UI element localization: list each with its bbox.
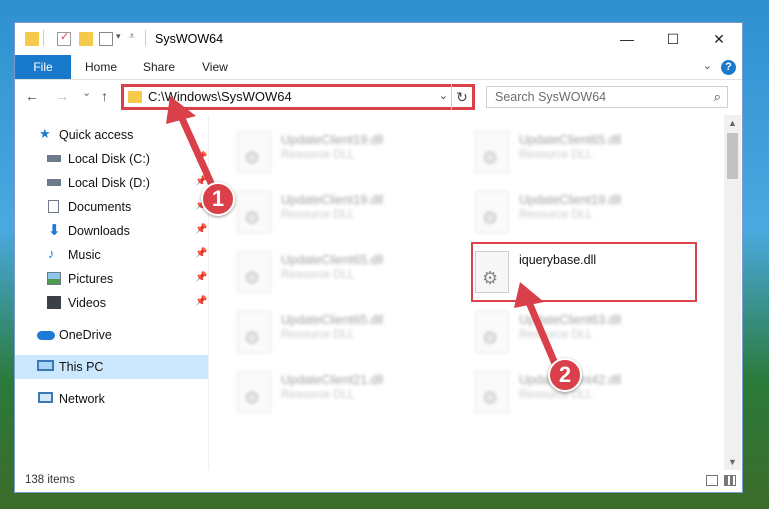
step-2-badge: 2	[548, 358, 582, 392]
arrow-1-head	[166, 96, 196, 124]
annotation-arrows	[166, 96, 560, 370]
arrow-2-shaft	[524, 296, 560, 370]
arrow-1-shaft	[176, 110, 220, 198]
arrow-2-head	[514, 282, 544, 308]
step-1-badge: 1	[201, 182, 235, 216]
